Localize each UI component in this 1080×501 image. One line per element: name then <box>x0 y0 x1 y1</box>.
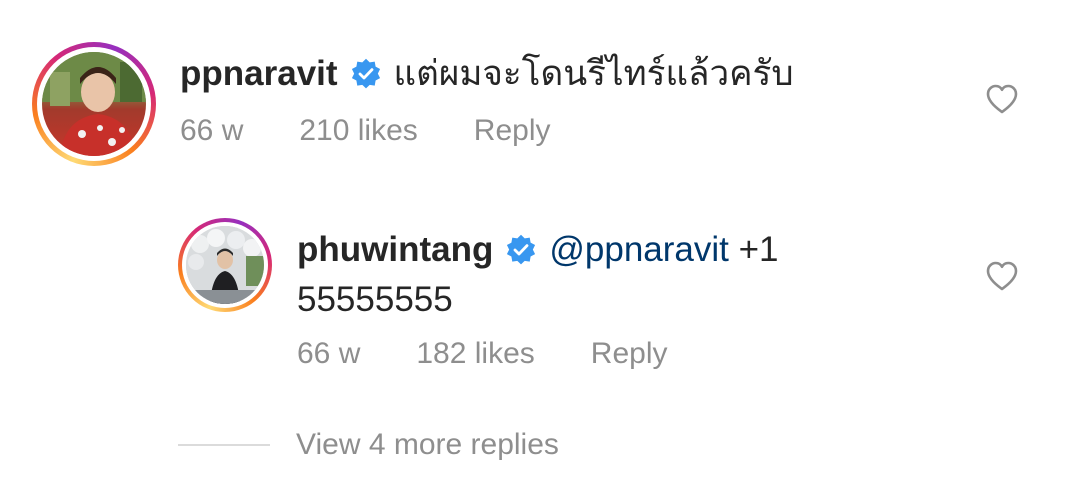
profile-photo <box>42 52 146 156</box>
comment-text: แต่ผมจะโดนรีไทร์แล้วครับ <box>393 54 794 93</box>
verified-badge-icon <box>505 234 537 266</box>
comment-1: ppnaravit แต่ผมจะโดนรีไทร์แล้วครับ <box>180 52 794 96</box>
comment-text: +1 <box>728 230 779 269</box>
comment-header: ppnaravit แต่ผมจะโดนรีไทร์แล้วครับ <box>180 52 794 96</box>
avatar-ring-gap <box>37 47 151 161</box>
comment-meta: 66 w 210 likes Reply <box>180 114 550 148</box>
view-more-replies-label: View 4 more replies <box>296 428 559 461</box>
profile-photo <box>186 226 264 304</box>
comment-meta: 66 w 182 likes Reply <box>297 337 667 371</box>
comment-text-continued: 55555555 <box>297 280 453 319</box>
comment-header: phuwintang @ppnaravit +1 <box>297 228 779 272</box>
view-more-replies-button[interactable]: View 4 more replies <box>178 428 559 462</box>
profile-photo-art <box>186 226 264 304</box>
profile-photo-art <box>42 52 146 156</box>
reply-button[interactable]: Reply <box>591 337 668 371</box>
timestamp[interactable]: 66 w <box>297 337 360 371</box>
avatar-ppnaravit[interactable] <box>32 42 156 166</box>
avatar-ring-gap <box>182 222 268 308</box>
username-link[interactable]: ppnaravit <box>180 52 338 96</box>
verified-badge-icon <box>350 58 382 90</box>
mention-link[interactable]: @ppnaravit <box>549 228 729 272</box>
likes-count[interactable]: 210 likes <box>299 114 417 148</box>
likes-count[interactable]: 182 likes <box>416 337 534 371</box>
username-link[interactable]: phuwintang <box>297 228 493 272</box>
heart-outline-icon[interactable] <box>985 260 1019 292</box>
reply-button[interactable]: Reply <box>474 114 551 148</box>
avatar-phuwintang[interactable] <box>178 218 272 312</box>
comment-2: phuwintang @ppnaravit +1 55555555 <box>297 228 779 322</box>
heart-outline-icon[interactable] <box>985 83 1019 115</box>
divider-line <box>178 444 270 446</box>
timestamp[interactable]: 66 w <box>180 114 243 148</box>
